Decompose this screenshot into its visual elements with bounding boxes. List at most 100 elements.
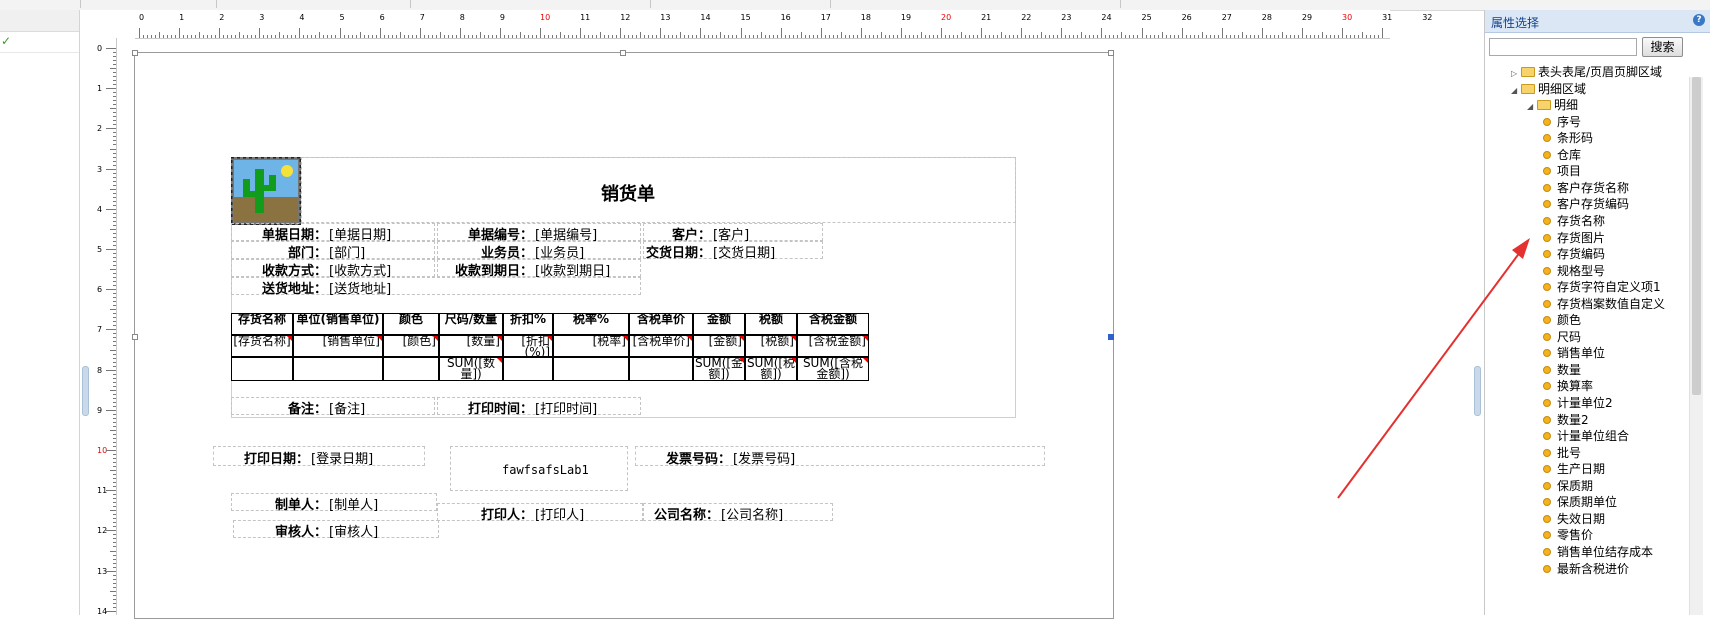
resize-handle[interactable] [1108,334,1114,340]
table-cell[interactable]: [税率] [553,335,629,357]
tree-item[interactable]: 颜色 [1543,311,1581,329]
table-header-cell[interactable]: 含税单价 [629,313,693,335]
ruler-number: 20 [941,13,952,22]
table-header-cell[interactable]: 税额 [745,313,797,335]
field-dot-icon [1543,399,1551,407]
left-panel-row[interactable]: ✓ [0,32,79,53]
tree-item[interactable]: 存货图片 [1543,229,1605,247]
tree-item[interactable]: ▷ 表头表尾/页眉页脚区域 [1511,63,1662,81]
title-box[interactable] [301,157,1016,223]
table-cell[interactable]: [颜色] [383,335,439,357]
resize-handle[interactable] [620,50,626,56]
scrollbar-thumb[interactable] [1692,77,1701,395]
tree-item[interactable]: 项目 [1543,162,1581,180]
tree-item[interactable]: 序号 [1543,113,1581,131]
tree-item[interactable]: 保质期单位 [1543,493,1617,511]
table-cell[interactable] [383,357,439,381]
ruler-tick [1089,35,1091,38]
table-cell[interactable]: [金额] [693,335,745,357]
tree-item[interactable]: 存货档案数值自定义 [1543,295,1665,313]
tree-item[interactable]: 存货字符自定义项1 [1543,278,1661,296]
table-header-cell[interactable]: 金额 [693,313,745,335]
tree-scrollbar[interactable] [1689,77,1703,615]
table-header-cell[interactable]: 单位(销售单位) [293,313,383,335]
table-cell[interactable]: [销售单位] [293,335,383,357]
tree-item[interactable]: 计量单位2 [1543,394,1613,412]
resize-handle[interactable] [132,334,138,340]
expanded-arrow-icon[interactable]: ◢ [1527,98,1537,116]
tree-item[interactable]: 换算率 [1543,377,1593,395]
left-resize-grip[interactable] [82,366,89,416]
field-value: [发票号码] [733,452,796,467]
field-dot-icon [1543,167,1551,176]
table-cell[interactable]: [存货名称] [231,335,293,357]
tree-item[interactable]: 最新含税进价 [1543,560,1629,578]
tree-item[interactable]: 规格型号 [1543,262,1605,280]
resize-handle[interactable] [132,50,138,56]
tree-item[interactable]: 存货名称 [1543,212,1605,230]
ruler-tick [936,35,938,38]
tree-item[interactable]: 销售单位 [1543,344,1605,362]
tree-item[interactable]: 尺码 [1543,328,1581,346]
tree-item[interactable]: 客户存货编码 [1543,195,1629,213]
table-header-cell[interactable]: 存货名称 [231,313,293,335]
field-value: [审核人] [329,525,379,540]
ruler-number: 13 [660,13,671,22]
table-cell[interactable]: [含税金额] [797,335,869,357]
tree-item[interactable]: 保质期 [1543,477,1593,495]
tree-item[interactable]: 销售单位结存成本 [1543,543,1653,561]
table-header-cell[interactable]: 颜色 [383,313,439,335]
ruler-tick [989,35,991,38]
ruler-tick [106,329,116,331]
search-button[interactable]: 搜索 [1642,37,1683,57]
table-header-cell[interactable]: 税率% [553,313,629,335]
ruler-tick [359,32,361,38]
ruler-tick [1197,35,1199,38]
ruler-tick [1378,35,1380,38]
table-cell[interactable]: [折扣(%)] [503,335,553,357]
table-header-cell[interactable]: 折扣% [503,313,553,335]
ruler-tick [187,35,189,38]
table-cell[interactable]: [数量] [439,335,503,357]
ruler-tick [820,28,822,38]
ruler-tick [892,35,894,38]
ruler-tick [916,35,918,38]
ruler-tick [1309,35,1311,38]
ruler-tick [564,35,566,38]
tree-item[interactable]: ◢ 明细区域 [1511,80,1586,98]
tree-item[interactable]: 计量单位组合 [1543,427,1629,445]
tree-item[interactable]: 存货编码 [1543,245,1605,263]
table-cell[interactable]: SUM([金额]) [693,357,745,381]
table-cell[interactable] [503,357,553,381]
table-cell[interactable] [231,357,293,381]
ruler-tick [1346,35,1347,38]
table-cell[interactable]: SUM([数量]) [439,357,503,381]
tree-item[interactable]: ◢ 明细 [1527,96,1578,114]
ruler-tick [495,35,497,38]
tree-item[interactable]: 条形码 [1543,129,1593,147]
cactus-image-icon[interactable] [229,155,303,227]
table-cell[interactable] [293,357,383,381]
table-header-cell[interactable]: 含税金额 [797,313,869,335]
field-value: [客户] [713,228,750,243]
table-cell[interactable]: SUM([含税金额]) [797,357,869,381]
report-canvas[interactable]: 销货单 单据日期： [单据日期] 单据编号： [单据编号] 客户： [客户] 部… [132,50,1114,619]
tree-item[interactable]: 仓库 [1543,146,1581,164]
tree-item[interactable]: 数量 [1543,361,1581,379]
table-cell[interactable]: [含税单价] [629,335,693,357]
tree-item[interactable]: 失效日期 [1543,510,1605,528]
search-input[interactable] [1489,38,1637,56]
table-cell[interactable] [553,357,629,381]
tree-item[interactable]: 零售价 [1543,526,1593,544]
table-cell[interactable]: [税额] [745,335,797,357]
expanded-arrow-icon[interactable]: ◢ [1511,82,1521,100]
table-header-cell[interactable]: 尺码/数量 [439,313,503,335]
tree-item[interactable]: 数量2 [1543,411,1589,429]
tree-item[interactable]: 生产日期 [1543,460,1605,478]
table-cell[interactable]: SUM([税额]) [745,357,797,381]
resize-handle[interactable] [1108,50,1114,56]
table-cell[interactable] [629,357,693,381]
help-icon[interactable]: ? [1693,14,1705,26]
tree-item[interactable]: 客户存货名称 [1543,179,1629,197]
tree-item[interactable]: 批号 [1543,444,1581,462]
